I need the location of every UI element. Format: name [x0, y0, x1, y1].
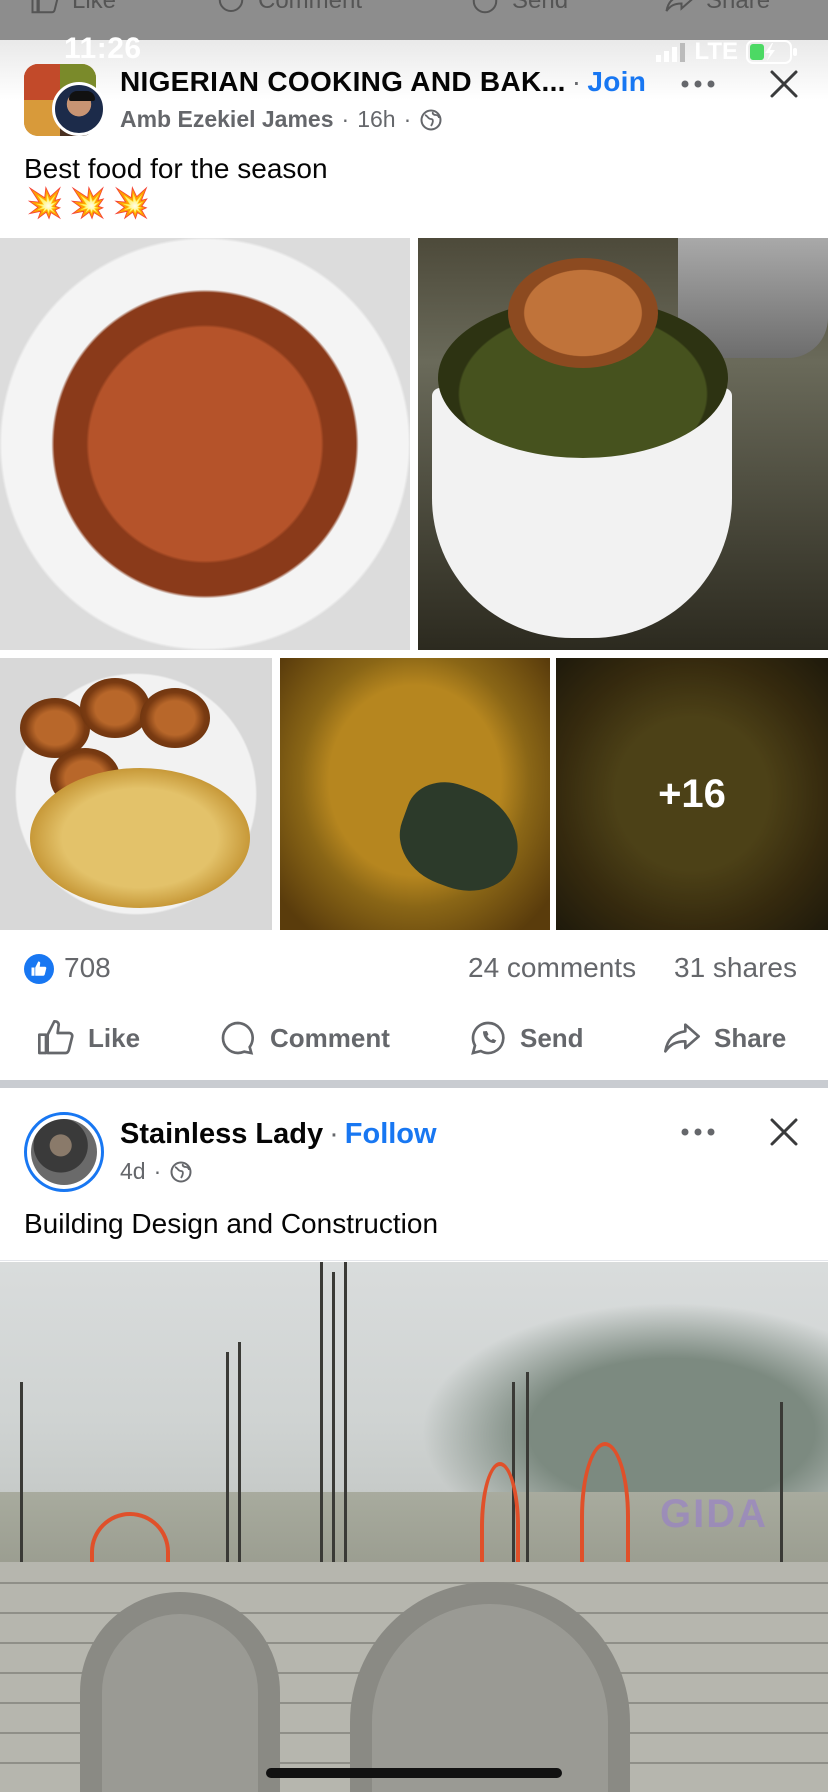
globe-icon — [170, 1161, 192, 1182]
photo-grid: +16 — [0, 238, 828, 932]
close-icon — [770, 70, 798, 98]
more-icon — [681, 1128, 715, 1136]
group-name-link[interactable]: NIGERIAN COOKING AND BAK... — [120, 66, 566, 97]
send-label: Send — [520, 1022, 584, 1053]
home-indicator[interactable] — [266, 1768, 562, 1778]
comment-button[interactable]: Comment — [218, 1018, 390, 1058]
prev-comment-label: Comment — [258, 0, 363, 14]
photo-pepper-soup[interactable] — [0, 238, 410, 650]
network-type: LTE — [694, 38, 738, 65]
more-icon — [681, 80, 715, 88]
post-separator — [0, 1080, 828, 1088]
like-button[interactable]: Like — [36, 1018, 140, 1058]
status-time: 11:26 — [64, 32, 142, 65]
shares-count[interactable]: 31 shares — [674, 952, 797, 984]
post-meta: Amb Ezekiel James · 16h · — [120, 106, 443, 133]
prev-send-label: Send — [512, 0, 569, 14]
prev-share-button[interactable]: Share — [664, 0, 770, 16]
signal-icon — [656, 43, 686, 62]
follow-button[interactable]: Follow — [345, 1118, 437, 1150]
post-emoji: 💥💥💥 — [26, 187, 157, 220]
like-icon — [31, 0, 59, 14]
post-more-button[interactable] — [676, 66, 720, 102]
share-icon — [665, 0, 693, 12]
whatsapp-icon — [471, 1021, 505, 1055]
like-count[interactable]: 708 — [64, 952, 111, 984]
prev-like-label: Like — [72, 0, 117, 14]
post-text: Best food for the season — [24, 153, 328, 184]
join-button[interactable]: Join — [587, 66, 646, 97]
photo-vegetable-soup-bowl[interactable] — [418, 238, 828, 650]
prev-like-button[interactable]: Like — [30, 0, 116, 16]
author-name-link[interactable]: Amb Ezekiel James — [120, 106, 334, 133]
prev-send-button[interactable]: Send — [470, 0, 568, 16]
like-icon — [38, 1020, 74, 1055]
battery-icon — [746, 40, 797, 64]
share-label: Share — [714, 1022, 787, 1053]
comment-icon — [221, 1021, 254, 1055]
facebook-feed: Like Comment Send Share 11:26 LTE NIGERI… — [0, 0, 828, 1792]
post2-more-button[interactable] — [676, 1114, 720, 1150]
like-reaction-icon — [24, 954, 54, 984]
prev-share-label: Share — [706, 0, 771, 14]
author-avatar[interactable] — [52, 82, 106, 136]
photo-egusi-soup[interactable] — [280, 658, 550, 930]
prev-comment-button[interactable]: Comment — [216, 0, 362, 16]
status-bar: 11:26 LTE — [0, 28, 828, 70]
post2-time[interactable]: 4d — [120, 1158, 146, 1185]
whatsapp-icon — [472, 0, 498, 14]
comment-icon — [218, 0, 244, 12]
post-time[interactable]: 16h — [357, 106, 395, 133]
comments-count[interactable]: 24 comments — [468, 952, 636, 984]
post2-header-title: Stainless Lady · Follow — [120, 1118, 437, 1150]
profile-name-link[interactable]: Stainless Lady — [120, 1118, 323, 1150]
comment-label: Comment — [270, 1022, 390, 1053]
status-right: LTE — [656, 38, 798, 66]
post2-close-button[interactable] — [762, 1110, 806, 1154]
post2-text: Building Design and Construction — [24, 1208, 439, 1239]
send-button[interactable]: Send — [468, 1018, 584, 1058]
photo-plantain-eggs[interactable] — [0, 658, 272, 930]
post-header-title: NIGERIAN COOKING AND BAK... · Join — [120, 66, 647, 97]
reactions-summary: 708 24 comments 31 shares — [0, 944, 828, 994]
construction-photo[interactable]: GIDA — [0, 1262, 828, 1792]
post2-divider — [0, 1260, 828, 1261]
like-label: Like — [88, 1022, 141, 1053]
close-icon — [770, 1118, 798, 1146]
globe-icon — [420, 109, 442, 130]
photo-watermark: GIDA — [660, 1492, 768, 1536]
stainless-lady-avatar[interactable] — [24, 1112, 104, 1192]
share-icon — [664, 1023, 700, 1053]
more-photos-count: +16 — [658, 771, 726, 816]
share-button[interactable]: Share — [662, 1018, 786, 1058]
post2-meta: 4d · — [120, 1158, 193, 1185]
photo-more-overflow[interactable]: +16 — [556, 658, 828, 930]
